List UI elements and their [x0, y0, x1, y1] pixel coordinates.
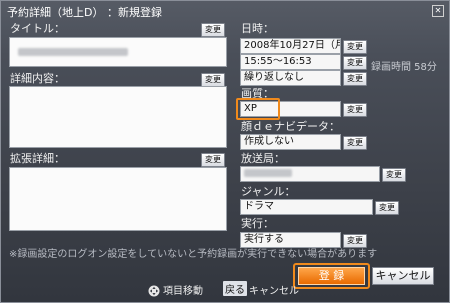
- genre-field[interactable]: ドラマ: [240, 199, 373, 215]
- station-redacted: [244, 169, 292, 177]
- date-change-button[interactable]: 変更: [343, 40, 367, 54]
- time-change-button[interactable]: 変更: [343, 56, 367, 70]
- date-field[interactable]: 2008年10月27日（月）: [240, 38, 341, 54]
- details-change-button[interactable]: 変更: [201, 73, 225, 87]
- genre-change-button[interactable]: 変更: [375, 201, 399, 215]
- quality-highlight: [236, 98, 280, 120]
- title-change-button[interactable]: 変更: [201, 23, 225, 37]
- datetime-label: 日時：: [241, 22, 274, 35]
- title-field[interactable]: [9, 37, 227, 67]
- dpad-icon: [148, 282, 160, 297]
- title-label: タイトル：: [10, 22, 65, 35]
- details-field[interactable]: [9, 86, 227, 148]
- facenavi-label: 顔ｄｅナビデータ：: [241, 120, 340, 133]
- register-button[interactable]: 登 録: [298, 267, 365, 285]
- details-label: 詳細内容：: [10, 72, 65, 85]
- time-field[interactable]: 15:55〜16:53: [240, 54, 341, 70]
- logon-notice: ※録画設定のログオン設定をしていないと予約録画が実行できない場合があります: [9, 249, 378, 260]
- cancel-button[interactable]: キャンセル: [372, 267, 434, 285]
- repeat-field[interactable]: 繰り返しなし: [240, 70, 341, 86]
- repeat-change-button[interactable]: 変更: [343, 72, 367, 86]
- back-key-badge: 戻る: [223, 281, 247, 296]
- extended-label: 拡張詳細：: [10, 152, 65, 165]
- move-hint-label: 項目移動: [163, 286, 203, 297]
- genre-label: ジャンル：: [241, 185, 296, 198]
- rec-time-text: 録画時間 58分: [371, 62, 437, 73]
- back-hint-label: キャンセル: [249, 286, 299, 297]
- station-change-button[interactable]: 変更: [382, 168, 406, 182]
- reservation-dialog: 予約詳細（地上D） ：新規登録 ✕ タイトル： 変更 詳細内容： 変更 拡張詳細…: [0, 0, 450, 303]
- station-label: 放送局：: [241, 152, 285, 165]
- quality-change-button[interactable]: 変更: [343, 103, 367, 117]
- close-icon[interactable]: ✕: [432, 5, 444, 17]
- title-redacted: [18, 47, 128, 56]
- run-label: 実行：: [241, 217, 274, 230]
- extended-change-button[interactable]: 変更: [201, 153, 225, 167]
- facenavi-field[interactable]: 作成しない: [240, 134, 341, 150]
- station-field[interactable]: [240, 166, 380, 182]
- dialog-title: 予約詳細（地上D） ：新規登録: [7, 6, 162, 19]
- facenavi-change-button[interactable]: 変更: [343, 136, 367, 150]
- extended-field[interactable]: [9, 167, 227, 231]
